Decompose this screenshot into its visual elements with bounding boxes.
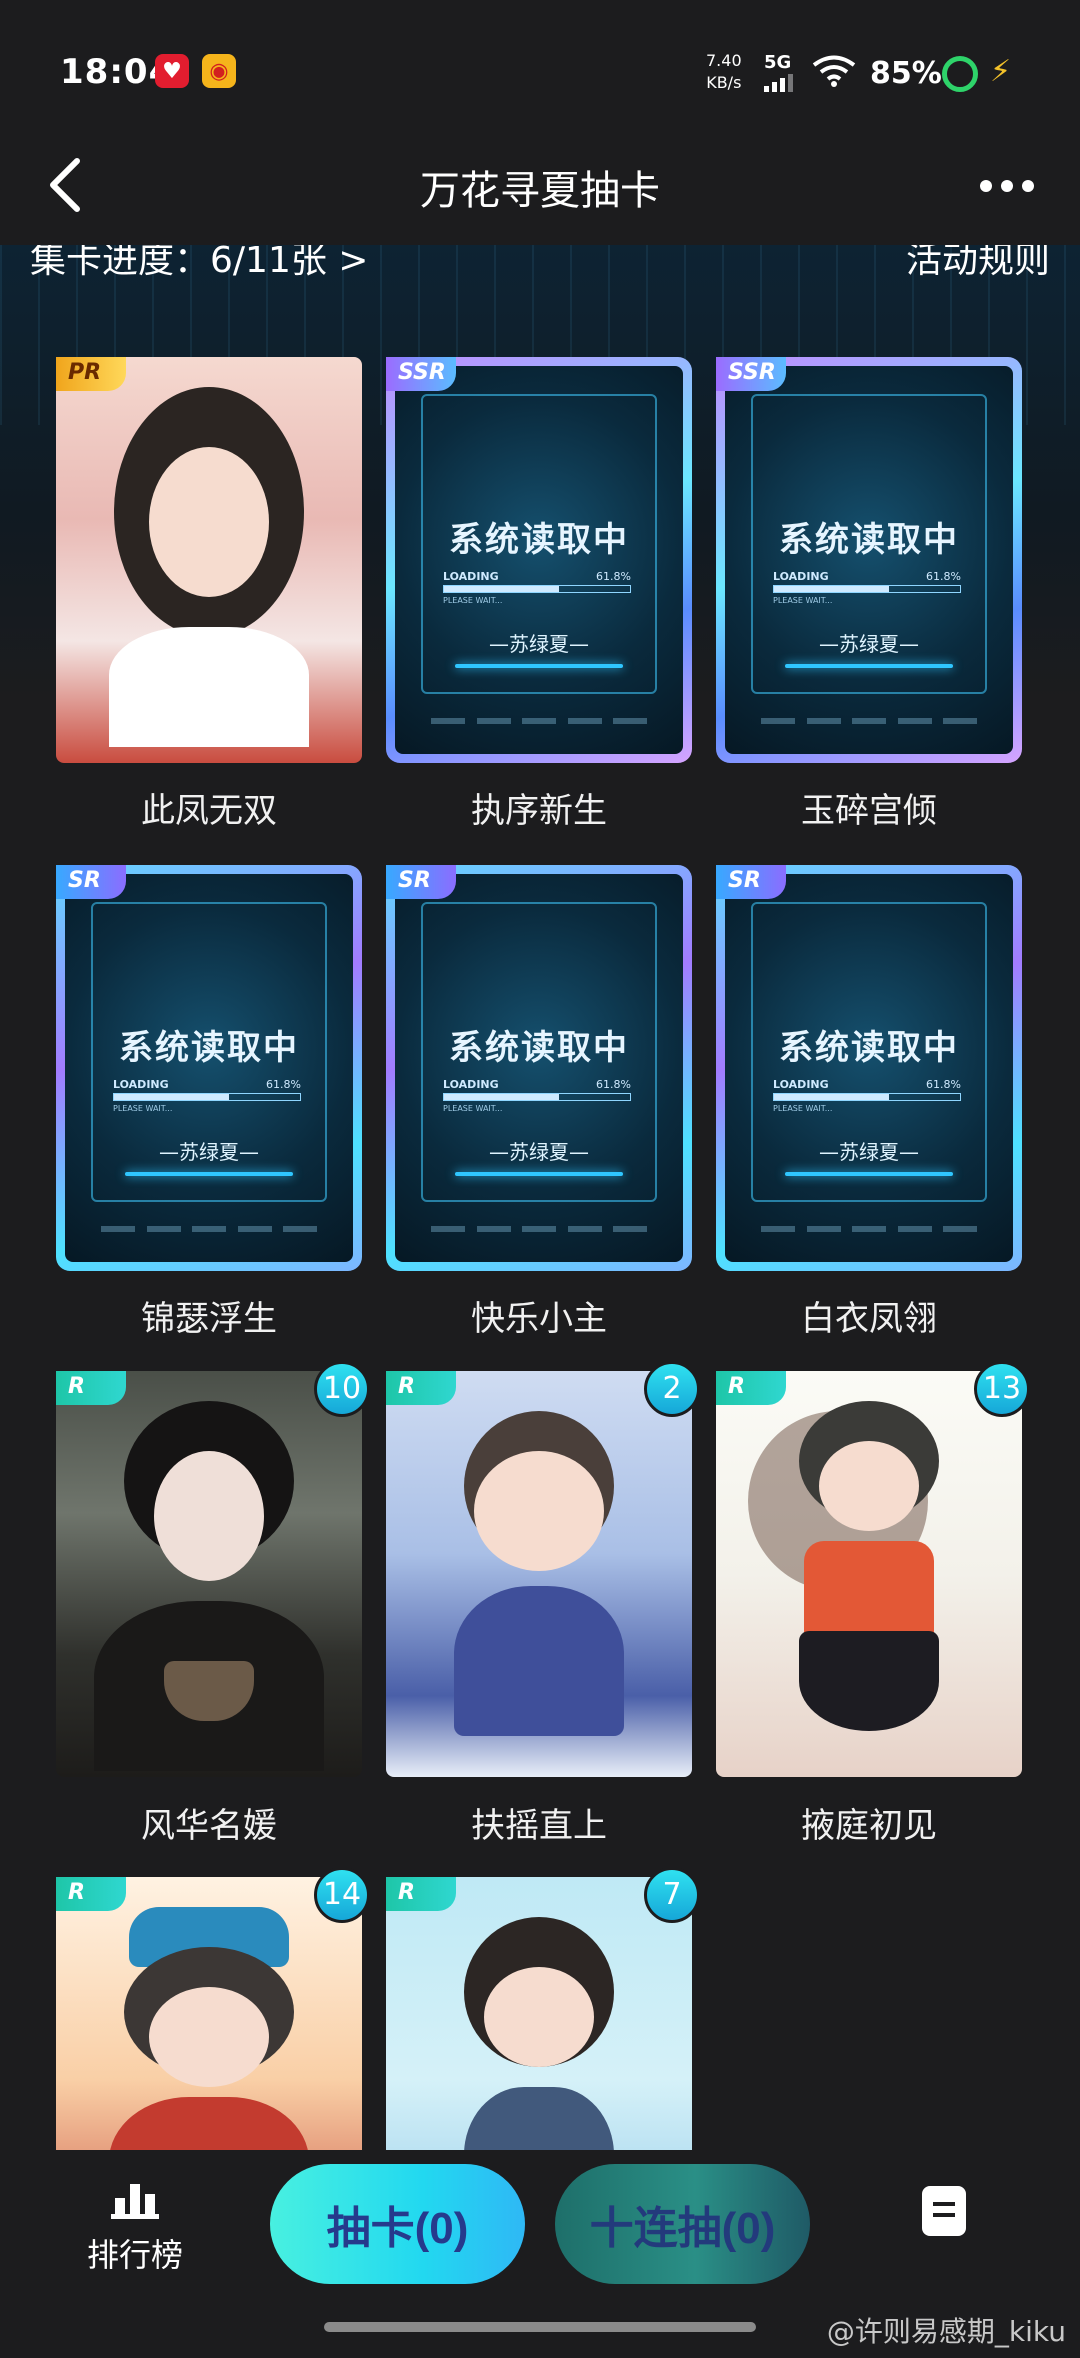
card-name: 白衣凤翎 — [801, 1299, 937, 1339]
battery-icon — [942, 56, 978, 92]
card-name: 此凤无双 — [141, 791, 277, 831]
loading-progress-fill — [444, 1094, 559, 1100]
loading-progress-bar — [773, 1093, 961, 1101]
rarity-badge: R — [386, 1877, 456, 1911]
status-bar: 18:04 ♥ ◉ 7.40 KB/s 5G 85% ⚡ — [0, 0, 1080, 130]
draw-card-button[interactable]: 抽卡(0) — [270, 2164, 525, 2284]
card-item[interactable]: R 13 — [716, 1361, 1030, 1777]
card-item[interactable]: SR 系统读取中 LOADING 61.8% PLEASE WAIT... —苏… — [386, 865, 692, 1271]
loading-card-face: 系统读取中 LOADING 61.8% PLEASE WAIT... —苏绿夏— — [725, 366, 1013, 754]
loading-progress-bar — [773, 585, 961, 593]
battery-percent: 85% — [870, 56, 942, 91]
nav-header: 万花寻夏抽卡 — [0, 130, 1080, 245]
loading-card-face: 系统读取中 LOADING 61.8% PLEASE WAIT... —苏绿夏— — [395, 874, 683, 1262]
rarity-badge: SSR — [386, 357, 456, 391]
loading-card-face: 系统读取中 LOADING 61.8% PLEASE WAIT... —苏绿夏— — [725, 874, 1013, 1262]
rarity-badge: SR — [56, 865, 126, 899]
card-name: 扶摇直上 — [471, 1806, 607, 1846]
rarity-badge: SR — [386, 865, 456, 899]
loading-card-face: 系统读取中 LOADING 61.8% PLEASE WAIT... —苏绿夏— — [395, 366, 683, 754]
weibo-icon: ◉ — [202, 54, 236, 88]
rarity-badge: SR — [716, 865, 786, 899]
card-item[interactable]: SR 系统读取中 LOADING 61.8% PLEASE WAIT... —苏… — [56, 865, 362, 1271]
card-artwork — [386, 1877, 692, 2150]
card-item[interactable]: SR 系统读取中 LOADING 61.8% PLEASE WAIT... —苏… — [716, 865, 1022, 1271]
charging-icon: ⚡ — [990, 54, 1012, 89]
card-artwork — [716, 1371, 1022, 1777]
card-item[interactable]: PR — [56, 357, 362, 763]
collection-progress-link[interactable]: 集卡进度：6/11张 > — [30, 245, 368, 283]
ten-draw-button[interactable]: 十连抽(0) — [555, 2164, 810, 2284]
card-name: 锦瑟浮生 — [141, 1299, 277, 1339]
card-artwork — [386, 1371, 692, 1777]
leaderboard-icon — [111, 2184, 159, 2219]
rarity-badge: SSR — [716, 357, 786, 391]
loading-progress-fill — [774, 1094, 889, 1100]
activity-rules-link[interactable]: 活动规则 — [906, 245, 1050, 283]
watermark: @许则易感期_kiku — [826, 2315, 1066, 2348]
records-button[interactable] — [922, 2186, 966, 2236]
leaderboard-button[interactable]: 排行榜 — [80, 2180, 190, 2276]
loading-progress-bar — [443, 1093, 631, 1101]
card-count-badge: 2 — [644, 1361, 700, 1417]
card-name: 执序新生 — [471, 791, 607, 831]
card-item[interactable]: R 10 — [56, 1361, 370, 1777]
loading-progress-fill — [444, 586, 559, 592]
card-count-badge: 14 — [314, 1867, 370, 1923]
loading-progress-bar — [113, 1093, 301, 1101]
loading-card-face: 系统读取中 LOADING 61.8% PLEASE WAIT... —苏绿夏— — [65, 874, 353, 1262]
card-name: 快乐小主 — [471, 1299, 607, 1339]
page-title: 万花寻夏抽卡 — [420, 168, 660, 214]
bottom-action-bar: 排行榜 抽卡(0) 十连抽(0) — [0, 2150, 1080, 2300]
loading-progress-fill — [774, 586, 889, 592]
more-options-button[interactable] — [962, 156, 1052, 216]
leaderboard-label: 排行榜 — [86, 2236, 183, 2274]
rarity-badge: R — [56, 1877, 126, 1911]
card-name: 掖庭初见 — [801, 1806, 937, 1846]
rarity-badge: PR — [56, 357, 126, 391]
gesture-navigation-bar[interactable] — [324, 2322, 756, 2332]
card-item[interactable]: SSR 系统读取中 LOADING 61.8% PLEASE WAIT... —… — [716, 357, 1022, 763]
loading-progress-bar — [443, 585, 631, 593]
wifi-icon — [812, 55, 856, 87]
rarity-badge: R — [716, 1371, 786, 1405]
card-name: 玉碎宫倾 — [801, 791, 937, 831]
network-speed: 7.40 KB/s — [706, 51, 742, 92]
rarity-badge: R — [56, 1371, 126, 1405]
card-item[interactable]: R 2 — [386, 1361, 700, 1777]
card-count-badge: 7 — [644, 1867, 700, 1923]
card-item[interactable]: SSR 系统读取中 LOADING 61.8% PLEASE WAIT... —… — [386, 357, 692, 763]
rarity-badge: R — [386, 1371, 456, 1405]
card-item[interactable]: R 14 — [56, 1867, 370, 2150]
card-count-badge: 10 — [314, 1361, 370, 1417]
card-artwork — [56, 1371, 362, 1777]
card-artwork — [56, 1877, 362, 2150]
card-artwork — [56, 357, 362, 763]
loading-progress-fill — [114, 1094, 229, 1100]
card-name: 风华名媛 — [141, 1806, 277, 1846]
signal-icon — [764, 74, 793, 92]
card-count-badge: 13 — [974, 1361, 1030, 1417]
notification-app-icon: ♥ — [155, 54, 189, 88]
more-dots-icon — [980, 180, 992, 192]
card-item[interactable]: R 7 — [386, 1867, 700, 2150]
card-collection-area: 集卡进度：6/11张 > 活动规则 PR 此凤无双 SSR 系统读取中 LOAD… — [0, 245, 1080, 2150]
cellular-type: 5G — [764, 52, 792, 73]
